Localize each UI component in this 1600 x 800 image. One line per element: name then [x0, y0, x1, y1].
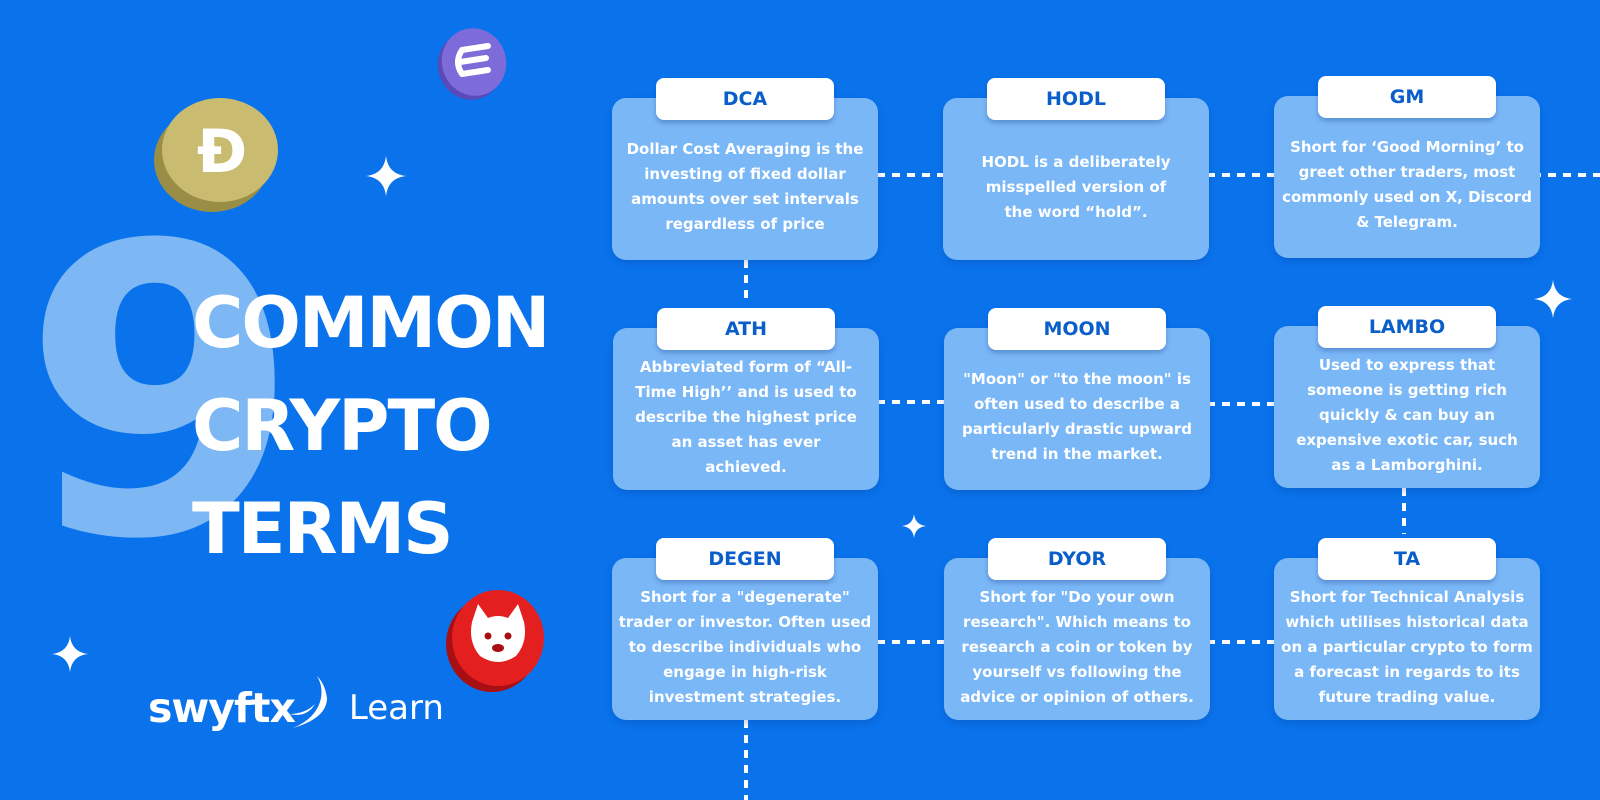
term-title: ATH [657, 308, 835, 350]
term-title: TA [1318, 538, 1496, 580]
term-title: DEGEN [656, 538, 834, 580]
term-definition: Used to express that someone is getting … [1296, 355, 1518, 474]
term-card-hodl: HODL HODL is a deliberately misspelled v… [943, 78, 1209, 260]
swift-bird-icon [288, 676, 327, 728]
term-card-ta: TA Short for Technical Analysis which ut… [1274, 538, 1540, 720]
sparkle-icon [366, 156, 406, 196]
term-definition: Short for a "degenerate" trader or inves… [618, 587, 872, 706]
headline: COMMON CRYPTO TERMS [192, 272, 550, 581]
dogecoin-coin-icon: Ð [154, 98, 278, 212]
term-card-lambo: LAMBO Used to express that someone is ge… [1274, 306, 1540, 488]
term-card-dyor: DYOR Short for "Do your own research". W… [944, 538, 1210, 720]
brand-section: Learn [348, 688, 444, 728]
term-title: GM [1318, 76, 1496, 118]
term-title: DYOR [988, 538, 1166, 580]
term-definition: HODL is a deliberately misspelled versio… [981, 152, 1171, 221]
term-definition: Short for ‘Good Morning’ to greet other … [1282, 138, 1532, 231]
term-card-dca: DCA Dollar Cost Averaging is the investi… [612, 78, 878, 260]
term-title: HODL [987, 78, 1165, 120]
term-card-degen: DEGEN Short for a "degenerate" trader or… [612, 538, 878, 720]
term-card-ath: ATH Abbreviated form of “All-Time High’’… [613, 308, 879, 490]
term-title: MOON [988, 308, 1166, 350]
headline-line-3: TERMS [192, 488, 454, 570]
dogecoin-symbol: Ð [197, 117, 247, 187]
headline-line-2: CRYPTO [192, 385, 493, 467]
sparkle-icon [52, 636, 88, 672]
term-definition: Short for Technical Analysis which utili… [1281, 587, 1533, 706]
term-card-gm: GM Short for ‘Good Morning’ to greet oth… [1274, 76, 1540, 258]
term-title: DCA [656, 78, 834, 120]
ethena-coin-icon [437, 28, 507, 100]
sparkle-icon [902, 514, 926, 538]
term-title: LAMBO [1318, 306, 1496, 348]
term-definition: "Moon" or "to the moon" is often used to… [961, 370, 1193, 463]
term-card-moon: MOON "Moon" or "to the moon" is often us… [944, 308, 1210, 490]
shiba-coin-icon [446, 590, 544, 692]
brand-logo: swyftx Learn [148, 676, 444, 734]
brand-name: swyftx [148, 684, 296, 732]
term-definition: Abbreviated form of “All-Time High’’ and… [635, 357, 857, 476]
headline-line-1: COMMON [192, 282, 550, 364]
infographic-canvas: 9 COMMON CRYPTO TERMS Ð swyftx Learn DCA… [0, 0, 1600, 800]
term-definition: Short for "Do your own research". Which … [960, 587, 1194, 706]
sparkle-icon [1534, 280, 1572, 318]
term-definition: Dollar Cost Averaging is the investing o… [626, 140, 864, 233]
